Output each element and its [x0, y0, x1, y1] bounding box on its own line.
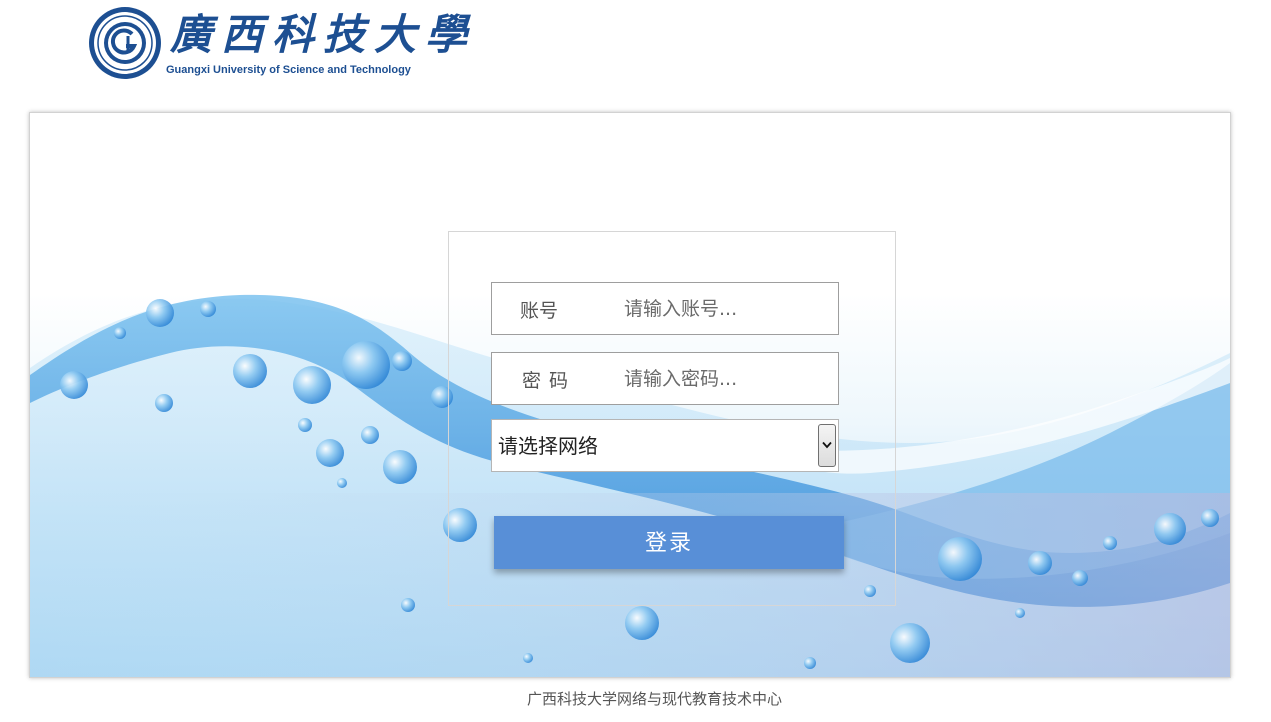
- footer-text: 广西科技大学网络与现代教育技术中心: [526, 690, 782, 708]
- university-name-cn: 廣西科技大學: [170, 10, 477, 59]
- login-form: 账号 密码 请选择网络 登录: [448, 231, 896, 606]
- select-dropdown-button[interactable]: [818, 424, 836, 467]
- username-field[interactable]: 账号: [491, 282, 839, 335]
- username-label: 账号: [520, 300, 559, 322]
- password-input[interactable]: [622, 361, 831, 397]
- network-select[interactable]: 请选择网络: [491, 419, 839, 472]
- username-input[interactable]: [622, 291, 831, 327]
- network-select-value: 请选择网络: [498, 434, 598, 458]
- university-seal-icon: [89, 7, 161, 79]
- university-name-en: Guangxi University of Science and Techno…: [166, 64, 411, 76]
- password-field[interactable]: 密码: [491, 352, 839, 405]
- password-label: 密码: [522, 370, 577, 392]
- login-button[interactable]: 登录: [494, 516, 844, 569]
- chevron-down-icon: [822, 441, 832, 449]
- login-panel: 账号 密码 请选择网络 登录: [29, 112, 1231, 678]
